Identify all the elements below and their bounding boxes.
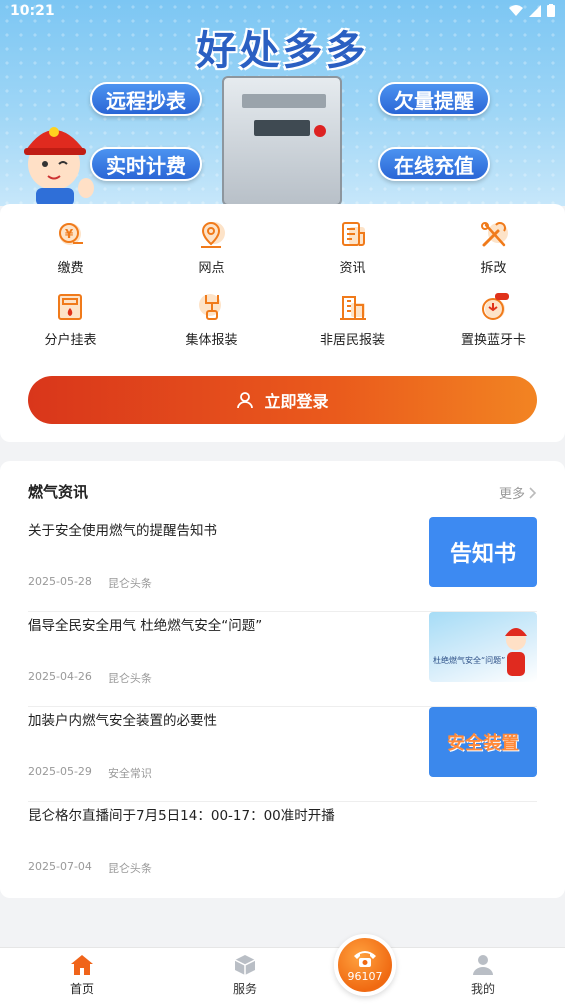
news-meta: 2025-05-28 昆仑头条	[28, 575, 152, 591]
service-grid: ¥ 缴费 网点 资讯 拆改 分户挂表 集体报装 非居民报装 置换蓝牙卡	[0, 218, 565, 348]
news-more-label: 更多	[498, 487, 525, 502]
location-pin-icon	[195, 218, 229, 251]
service-separate-meter[interactable]: 分户挂表	[0, 290, 141, 348]
news-meta: 2025-07-04 昆仑头条	[28, 860, 152, 876]
news-title: 倡导全民安全用气 杜绝燃气安全“问题”	[28, 618, 263, 634]
bluetooth-card-icon	[477, 290, 511, 323]
service-outlets[interactable]: 网点	[141, 218, 282, 276]
service-bluetooth-card[interactable]: 置换蓝牙卡	[423, 290, 564, 348]
home-icon	[71, 955, 93, 975]
gas-meter-illustration	[222, 76, 342, 206]
news-thumbnail-text: 安全装置	[447, 733, 519, 754]
news-date: 2025-07-04	[28, 860, 92, 873]
service-group-install[interactable]: 集体报装	[141, 290, 282, 348]
hero-banner[interactable]: 好处多多 远程抄表 实时计费 欠量提醒 在线充值	[0, 0, 565, 206]
news-date: 2025-05-28	[28, 575, 92, 588]
box-icon	[234, 955, 256, 975]
login-button-label: 立即登录	[264, 392, 329, 411]
hero-tag-online-recharge: 在线充值	[378, 147, 490, 181]
hero-tag-remote-reading: 远程抄表	[90, 82, 202, 116]
service-payment[interactable]: ¥ 缴费	[0, 218, 141, 276]
news-item[interactable]: 关于安全使用燃气的提醒告知书 2025-05-28 昆仑头条 告知书	[28, 517, 537, 612]
chevron-right-icon	[529, 486, 537, 499]
meter-icon	[54, 290, 88, 323]
service-nonresidential-install[interactable]: 非居民报装	[282, 290, 423, 348]
bottom-nav: 首页 服务 我的	[0, 947, 565, 1004]
nav-home[interactable]: 首页	[42, 954, 122, 997]
nav-mine[interactable]: 我的	[443, 954, 523, 997]
wifi-icon	[509, 4, 523, 16]
news-source: 安全常识	[107, 767, 152, 780]
service-news[interactable]: 资讯	[282, 218, 423, 276]
news-thumbnail: 安全装置	[429, 707, 537, 777]
signal-icon	[529, 4, 541, 17]
profile-icon	[473, 955, 493, 975]
phone-icon	[354, 950, 376, 967]
building-icon	[336, 290, 370, 323]
status-time: 10:21	[10, 3, 55, 19]
battery-icon	[547, 4, 555, 17]
services-card: ¥ 缴费 网点 资讯 拆改 分户挂表 集体报装 非居民报装 置换蓝牙卡 立即登录	[0, 204, 565, 442]
news-meta: 2025-04-26 昆仑头条	[28, 670, 152, 686]
hero-title: 好处多多	[196, 28, 369, 74]
status-bar: 10:21	[0, 0, 565, 24]
news-item[interactable]: 昆仑格尔直播间于7月5日14：00-17：00准时开播 2025-07-04 昆…	[28, 802, 537, 897]
news-source: 昆仑头条	[107, 577, 152, 590]
svg-text:¥: ¥	[64, 227, 73, 241]
news-more-link[interactable]: 更多	[499, 483, 537, 502]
hotline-button[interactable]: 96107	[334, 934, 396, 996]
pipe-icon	[195, 290, 229, 323]
news-meta: 2025-05-29 安全常识	[28, 765, 152, 781]
news-thumbnail: 杜绝燃气安全“问题”	[429, 612, 537, 682]
news-item[interactable]: 倡导全民安全用气 杜绝燃气安全“问题” 2025-04-26 昆仑头条 杜绝燃气…	[28, 612, 537, 707]
news-source: 昆仑头条	[107, 862, 152, 875]
news-icon	[336, 218, 370, 251]
service-label: 网点	[198, 261, 225, 276]
mascot-illustration	[505, 628, 527, 676]
service-renovation[interactable]: 拆改	[423, 218, 564, 276]
service-label: 非居民报装	[319, 333, 385, 348]
service-label: 分户挂表	[44, 333, 97, 348]
login-button[interactable]: 立即登录	[28, 376, 537, 424]
service-label: 集体报装	[185, 333, 238, 348]
tools-icon	[477, 218, 511, 251]
hero-tag-low-balance-alert: 欠量提醒	[378, 82, 490, 116]
news-thumbnail: 告知书	[429, 517, 537, 587]
news-thumbnail-text: 告知书	[449, 542, 516, 567]
news-title: 关于安全使用燃气的提醒告知书	[28, 523, 217, 539]
news-card: 燃气资讯 更多 关于安全使用燃气的提醒告知书 2025-05-28 昆仑头条 告…	[0, 461, 565, 898]
news-heading: 燃气资讯	[28, 483, 89, 501]
nav-home-label: 首页	[69, 982, 94, 996]
news-source: 昆仑头条	[107, 672, 152, 685]
payment-icon: ¥	[54, 218, 88, 251]
service-label: 缴费	[57, 261, 84, 276]
news-title: 加装户内燃气安全装置的必要性	[28, 713, 217, 729]
status-icons	[509, 4, 555, 17]
news-date: 2025-05-29	[28, 765, 92, 778]
service-label: 拆改	[480, 261, 507, 276]
news-thumbnail-text: 杜绝燃气安全“问题”	[433, 656, 506, 665]
mascot-illustration	[24, 127, 94, 206]
hotline-number: 96107	[347, 969, 383, 983]
nav-service[interactable]: 服务	[205, 954, 285, 997]
nav-service-label: 服务	[232, 982, 257, 996]
service-label: 置换蓝牙卡	[460, 333, 526, 348]
nav-mine-label: 我的	[470, 982, 495, 996]
news-date: 2025-04-26	[28, 670, 92, 683]
news-title: 昆仑格尔直播间于7月5日14：00-17：00准时开播	[28, 808, 335, 824]
service-label: 资讯	[339, 261, 366, 276]
user-icon	[237, 392, 254, 409]
hero-tag-realtime-billing: 实时计费	[90, 147, 202, 181]
news-item[interactable]: 加装户内燃气安全装置的必要性 2025-05-29 安全常识 安全装置	[28, 707, 537, 802]
